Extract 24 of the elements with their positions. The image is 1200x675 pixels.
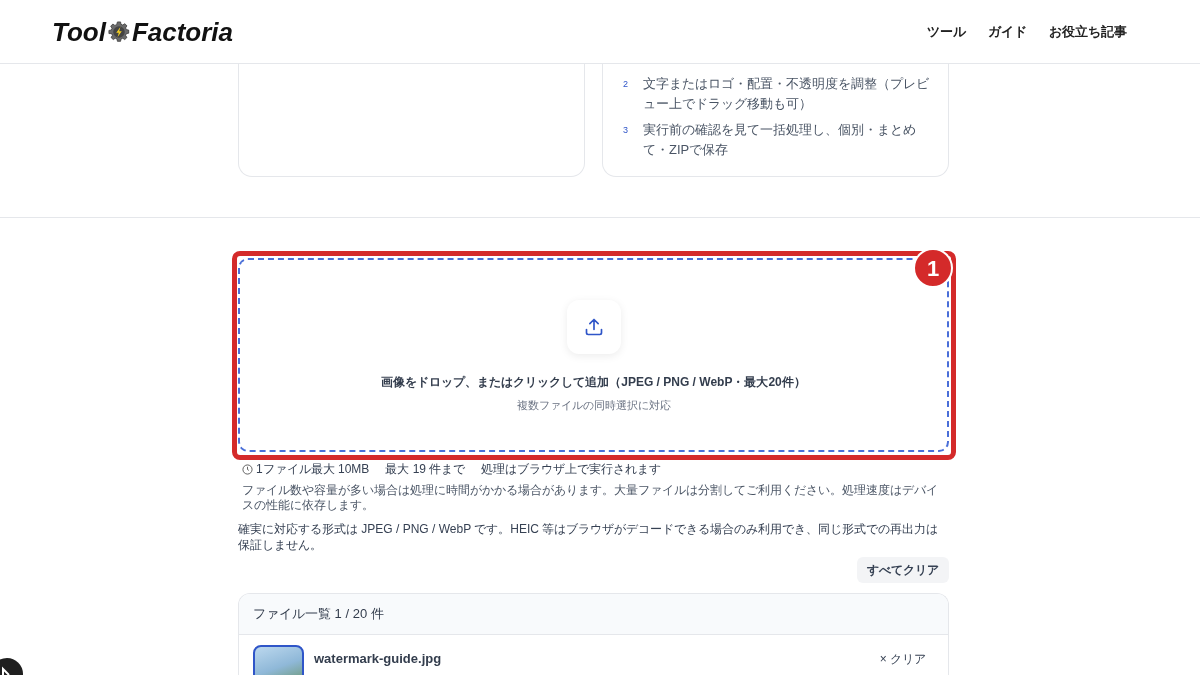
note-text: 確実に対応する形式は JPEG / PNG / WebP です。HEIC 等はブラウザがデコードできる場合のみ利用でき、同じ形式での再出力は保証しません。 — [238, 521, 940, 553]
nav-link[interactable]: ガイド — [988, 21, 1027, 42]
file-list-title: ファイル一覧 1 / 20 件 — [253, 605, 384, 624]
limit-text: 最大 19 件まで — [385, 461, 466, 477]
logo-text[interactable]: Factoria — [131, 16, 234, 47]
upload-icon — [566, 300, 621, 354]
clear-all-button[interactable]: すべてクリア — [857, 557, 949, 583]
annotation-badge: 1 — [913, 248, 953, 288]
file-name: watermark-guide.jpg — [314, 651, 442, 667]
clock-icon — [242, 463, 253, 475]
remove-file-button[interactable]: × クリア — [879, 651, 926, 667]
nav-link[interactable]: お役立ち記事 — [1049, 21, 1127, 42]
step-number: 3 — [623, 124, 629, 137]
nav-link[interactable]: ツール — [927, 21, 966, 42]
note-text: ファイル数や容量が多い場合は処理に時間がかかる場合があります。大量ファイルは分割してご利用ください。処理速度はデバイスの性能に依存します。 — [241, 483, 939, 513]
gear-bolt-icon — [107, 20, 130, 43]
step-text: 実行前の確認を見て一括処理し、個別・まとめて・ZIPで保存 — [643, 121, 917, 159]
dropzone-subtitle: 複数ファイルの同時選択に対応 — [516, 398, 671, 413]
step-text: 文字またはロゴ・配置・不透明度を調整（プレビュー上でドラッグ移動も可） — [643, 75, 930, 113]
limit-text: 1ファイル最大 10MB — [256, 461, 370, 477]
logo-text[interactable]: Tool — [52, 16, 106, 47]
step-number: 2 — [623, 78, 629, 91]
dropzone-title: 画像をドロップ、またはクリックして追加（JPEG / PNG / WebP・最大20件） — [381, 374, 806, 391]
limit-text: 処理はブラウザ上で実行されます — [481, 461, 662, 477]
